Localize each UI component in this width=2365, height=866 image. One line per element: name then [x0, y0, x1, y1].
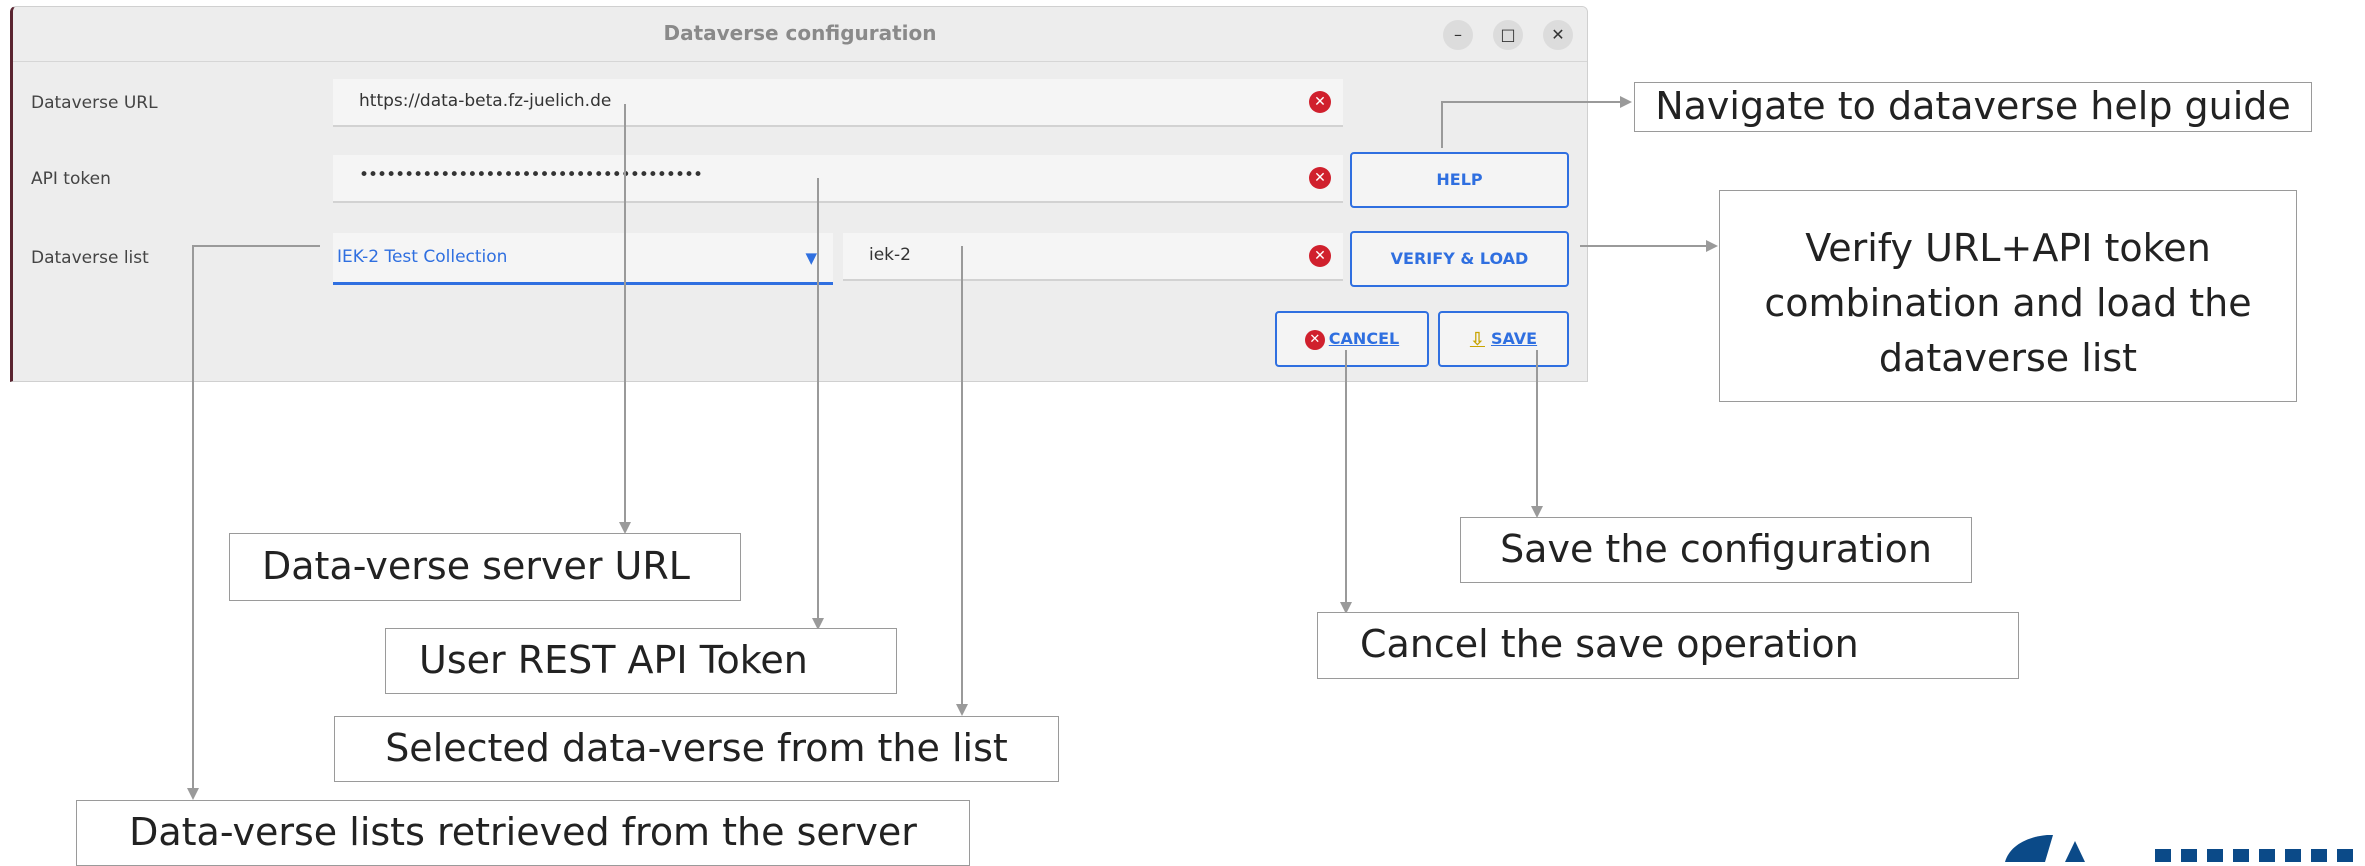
connector-lists: [187, 245, 320, 800]
annotation-save: Save the configuration: [1460, 517, 1972, 583]
annotation-token: User REST API Token: [385, 628, 897, 694]
annotation-selected: Selected data-verse from the list: [334, 716, 1059, 782]
juelich-logo: [2005, 835, 2353, 862]
annotation-help: Navigate to dataverse help guide: [1634, 82, 2312, 132]
connector-help: [1441, 96, 1632, 148]
annotation-url: Data-verse server URL: [229, 533, 741, 601]
annotation-cancel: Cancel the save operation: [1317, 612, 2019, 679]
annotation-lists: Data-verse lists retrieved from the serv…: [76, 800, 970, 866]
annotation-verify: Verify URL+API token combination and loa…: [1719, 190, 2297, 402]
